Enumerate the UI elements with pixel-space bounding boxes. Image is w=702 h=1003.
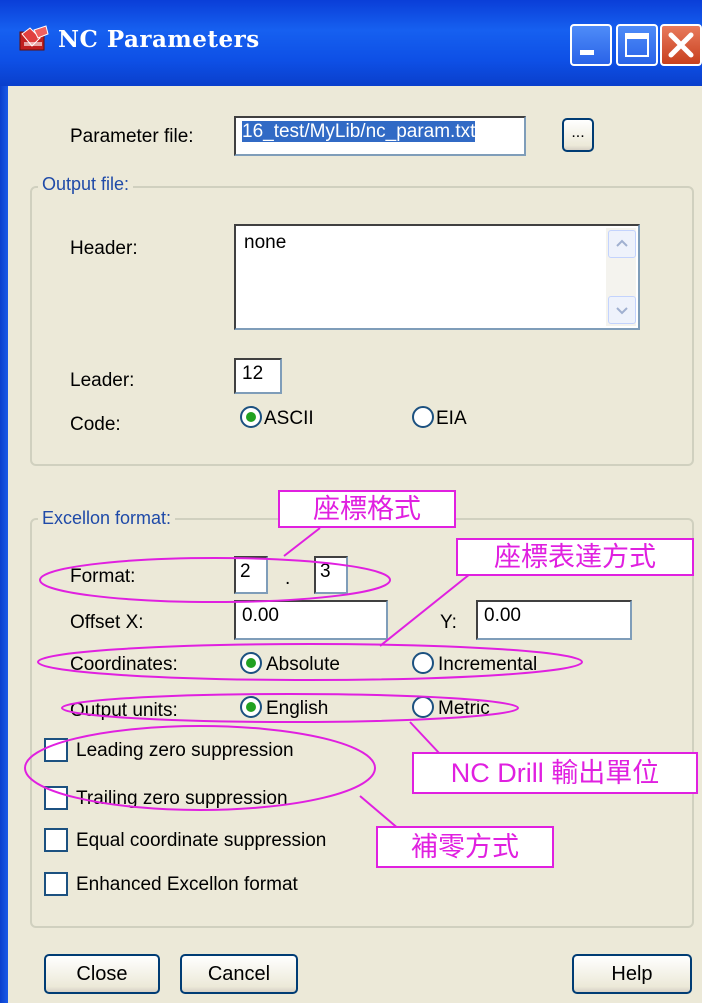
- output-units-annotation: NC Drill 輸出單位: [412, 752, 698, 794]
- chevron-down-icon: [616, 307, 628, 315]
- output-file-group-label: Output file:: [38, 174, 134, 195]
- parameter-file-value: 16_test/MyLib/nc_param.txt: [242, 121, 476, 142]
- offset-y-input[interactable]: 0.00: [476, 600, 632, 640]
- browse-button[interactable]: ...: [562, 118, 594, 152]
- code-eia-radio[interactable]: [412, 406, 434, 428]
- window-title: NC Parameters: [58, 26, 260, 53]
- header-textarea[interactable]: none: [234, 224, 640, 330]
- output-units-english-radio[interactable]: [240, 696, 262, 718]
- offset-x-input[interactable]: 0.00: [234, 600, 388, 640]
- scroll-up-button[interactable]: [608, 230, 636, 258]
- enhanced-excellon-format-checkbox[interactable]: [44, 872, 68, 896]
- output-units-english-label[interactable]: English: [266, 698, 328, 720]
- close-window-button[interactable]: [660, 24, 702, 66]
- coordinates-incremental-label[interactable]: Incremental: [438, 654, 537, 676]
- chevron-up-icon: [616, 239, 628, 247]
- coordinates-incremental-radio[interactable]: [412, 652, 434, 674]
- format-integer-input[interactable]: 2: [234, 556, 268, 594]
- offset-y-label: Y:: [440, 612, 457, 633]
- coordinates-annotation: 座標表達方式: [456, 538, 694, 576]
- coordinates-absolute-radio[interactable]: [240, 652, 262, 674]
- radio-selected-dot: [246, 702, 256, 712]
- equal-coordinate-suppression-checkbox[interactable]: [44, 828, 68, 852]
- leader-label: Leader:: [70, 370, 135, 391]
- app-icon: [19, 25, 49, 51]
- output-units-metric-radio[interactable]: [412, 696, 434, 718]
- enhanced-excellon-format-label[interactable]: Enhanced Excellon format: [76, 874, 298, 896]
- code-ascii-label[interactable]: ASCII: [264, 408, 314, 430]
- parameter-file-input[interactable]: 16_test/MyLib/nc_param.txt: [234, 116, 526, 156]
- title-bar[interactable]: NC Parameters: [0, 0, 702, 86]
- header-value: none: [244, 232, 287, 253]
- leading-zero-suppression-label[interactable]: Leading zero suppression: [76, 740, 294, 762]
- header-scrollbar[interactable]: [606, 228, 636, 326]
- code-ascii-radio[interactable]: [240, 406, 262, 428]
- trailing-zero-suppression-label[interactable]: Trailing zero suppression: [76, 788, 288, 810]
- window-border: [0, 86, 8, 1003]
- zero-suppression-annotation: 補零方式: [376, 826, 554, 868]
- trailing-zero-suppression-checkbox[interactable]: [44, 786, 68, 810]
- radio-selected-dot: [246, 658, 256, 668]
- offset-x-label: Offset X:: [70, 612, 144, 633]
- leader-input[interactable]: 12: [234, 358, 282, 394]
- scroll-down-button[interactable]: [608, 296, 636, 324]
- output-units-label: Output units:: [70, 700, 178, 721]
- header-label: Header:: [70, 238, 138, 259]
- close-icon: [668, 32, 694, 58]
- minimize-button[interactable]: [570, 24, 612, 66]
- leading-zero-suppression-checkbox[interactable]: [44, 738, 68, 762]
- format-annotation: 座標格式: [278, 490, 456, 528]
- radio-selected-dot: [246, 412, 256, 422]
- parameter-file-label: Parameter file:: [70, 126, 194, 147]
- maximize-icon: [625, 33, 649, 57]
- coordinates-label: Coordinates:: [70, 654, 178, 675]
- format-label: Format:: [70, 566, 136, 587]
- output-units-metric-label[interactable]: Metric: [438, 698, 490, 720]
- minimize-icon: [580, 50, 594, 55]
- coordinates-absolute-label[interactable]: Absolute: [266, 654, 340, 676]
- cancel-button[interactable]: Cancel: [180, 954, 298, 994]
- code-label: Code:: [70, 414, 121, 435]
- help-button[interactable]: Help: [572, 954, 692, 994]
- format-decimal-input[interactable]: 3: [314, 556, 348, 594]
- code-eia-label[interactable]: EIA: [436, 408, 467, 430]
- format-separator: .: [285, 568, 291, 589]
- excellon-format-group-label: Excellon format:: [38, 508, 176, 529]
- close-button[interactable]: Close: [44, 954, 160, 994]
- maximize-button[interactable]: [616, 24, 658, 66]
- equal-coordinate-suppression-label[interactable]: Equal coordinate suppression: [76, 830, 326, 852]
- nc-parameters-dialog: NC Parameters Parameter file: 16_test/My…: [0, 0, 702, 1003]
